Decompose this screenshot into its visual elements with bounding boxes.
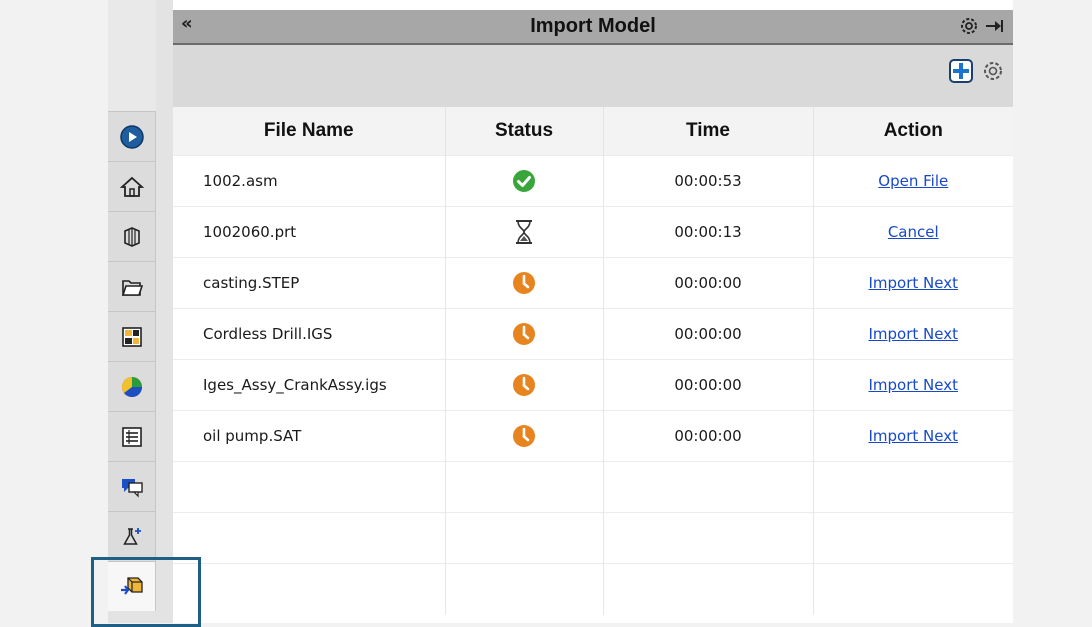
time-cell: 00:00:13 (603, 206, 814, 258)
open-file-link[interactable]: Open File (878, 172, 948, 190)
table-row[interactable]: 1002060.prt 00:00:13 Cancel (173, 206, 1013, 258)
empty-cell (813, 461, 1013, 513)
time-cell: 00:00:00 (603, 257, 814, 309)
file-name-cell: Cordless Drill.IGS (173, 308, 446, 360)
empty-cell (603, 461, 814, 513)
import-file-grid: File Name Status Time Action 1002.asm 00:… (173, 107, 1013, 623)
action-cell: Import Next (813, 308, 1013, 360)
empty-row (173, 512, 1013, 564)
empty-cell (173, 512, 446, 564)
action-cell: Open File (813, 155, 1013, 207)
clock-icon (512, 272, 536, 294)
check-circle-icon (512, 170, 536, 192)
status-cell (445, 359, 604, 411)
tab-parts[interactable] (108, 211, 156, 261)
empty-cell (445, 512, 604, 564)
home-icon (119, 175, 144, 199)
action-cell: Import Next (813, 257, 1013, 309)
tab-3d-view[interactable] (108, 111, 156, 161)
time-cell: 00:00:53 (603, 155, 814, 207)
empty-cell (603, 563, 814, 615)
add-icon[interactable] (949, 59, 973, 87)
clock-icon (512, 425, 536, 447)
file-name-cell: oil pump.SAT (173, 410, 446, 462)
tab-simulation[interactable] (108, 511, 156, 561)
file-name-cell: casting.STEP (173, 257, 446, 309)
empty-row (173, 461, 1013, 513)
column-header-file-name[interactable]: File Name (173, 107, 446, 156)
right-margin (1013, 0, 1092, 623)
clock-icon (512, 323, 536, 345)
panel-toolbar (173, 45, 1013, 107)
status-cell (445, 155, 604, 207)
tab-home[interactable] (108, 161, 156, 211)
sidebar-top (108, 0, 156, 111)
empty-cell (173, 461, 446, 513)
flask-sparkle-icon (120, 525, 144, 549)
tab-appearances[interactable] (108, 361, 156, 411)
empty-cell (603, 512, 814, 564)
parts-library-icon (120, 225, 144, 249)
action-cell: Import Next (813, 410, 1013, 462)
import-next-link[interactable]: Import Next (869, 325, 959, 343)
file-name-cell: 1002.asm (173, 155, 446, 207)
empty-row (173, 563, 1013, 615)
table-row[interactable]: oil pump.SAT 00:00:00 Import Next (173, 410, 1013, 462)
cancel-link[interactable]: Cancel (888, 223, 939, 241)
file-name-cell: Iges_Assy_CrankAssy.igs (173, 359, 446, 411)
time-cell: 00:00:00 (603, 410, 814, 462)
settings-icon[interactable] (981, 59, 1005, 87)
time-cell: 00:00:00 (603, 308, 814, 360)
status-cell (445, 308, 604, 360)
custom-properties-icon (120, 425, 144, 449)
empty-cell (173, 563, 446, 615)
tab-forum[interactable] (108, 461, 156, 511)
action-cell: Import Next (813, 359, 1013, 411)
status-cell (445, 410, 604, 462)
empty-cell (813, 512, 1013, 564)
status-cell (445, 206, 604, 258)
import-cube-icon (119, 574, 145, 600)
table-row[interactable]: Cordless Drill.IGS 00:00:00 Import Next (173, 308, 1013, 360)
status-cell (445, 257, 604, 309)
panel-title: Import Model (530, 15, 656, 37)
table-row[interactable]: 1002.asm 00:00:53 Open File (173, 155, 1013, 207)
column-header-time[interactable]: Time (603, 107, 814, 156)
clock-icon (512, 374, 536, 396)
import-next-link[interactable]: Import Next (869, 274, 959, 292)
file-name-cell: 1002060.prt (173, 206, 446, 258)
table-row[interactable]: Iges_Assy_CrankAssy.igs 00:00:00 Import Ne… (173, 359, 1013, 411)
folder-icon (120, 275, 144, 299)
left-margin (0, 0, 108, 623)
color-sphere-icon (120, 375, 144, 399)
hourglass-icon (512, 220, 536, 244)
header-row: File Name Status Time Action (173, 107, 1013, 156)
gear-icon[interactable] (959, 16, 979, 40)
file-table: File Name Status Time Action 1002.asm 00:… (173, 107, 1013, 615)
panel-titlebar: « Import Model (173, 10, 1013, 45)
table-row[interactable]: casting.STEP 00:00:00 Import Next (173, 257, 1013, 309)
tab-view-palette[interactable] (108, 311, 156, 361)
action-cell: Cancel (813, 206, 1013, 258)
tab-import-model[interactable] (108, 561, 156, 611)
task-pane-tabs (108, 0, 156, 623)
globe-play-icon (119, 124, 145, 150)
view-palette-icon (120, 325, 144, 349)
panel-gutter (156, 0, 173, 623)
empty-cell (445, 461, 604, 513)
empty-cell (445, 563, 604, 615)
column-header-action[interactable]: Action (813, 107, 1013, 156)
tab-files[interactable] (108, 261, 156, 311)
column-header-status[interactable]: Status (445, 107, 604, 156)
empty-cell (813, 563, 1013, 615)
import-next-link[interactable]: Import Next (869, 427, 959, 445)
tab-properties[interactable] (108, 411, 156, 461)
chat-icon (120, 475, 144, 499)
pin-icon[interactable] (985, 16, 1005, 40)
time-cell: 00:00:00 (603, 359, 814, 411)
sidebar-tab-list (108, 111, 156, 611)
import-next-link[interactable]: Import Next (869, 376, 959, 394)
